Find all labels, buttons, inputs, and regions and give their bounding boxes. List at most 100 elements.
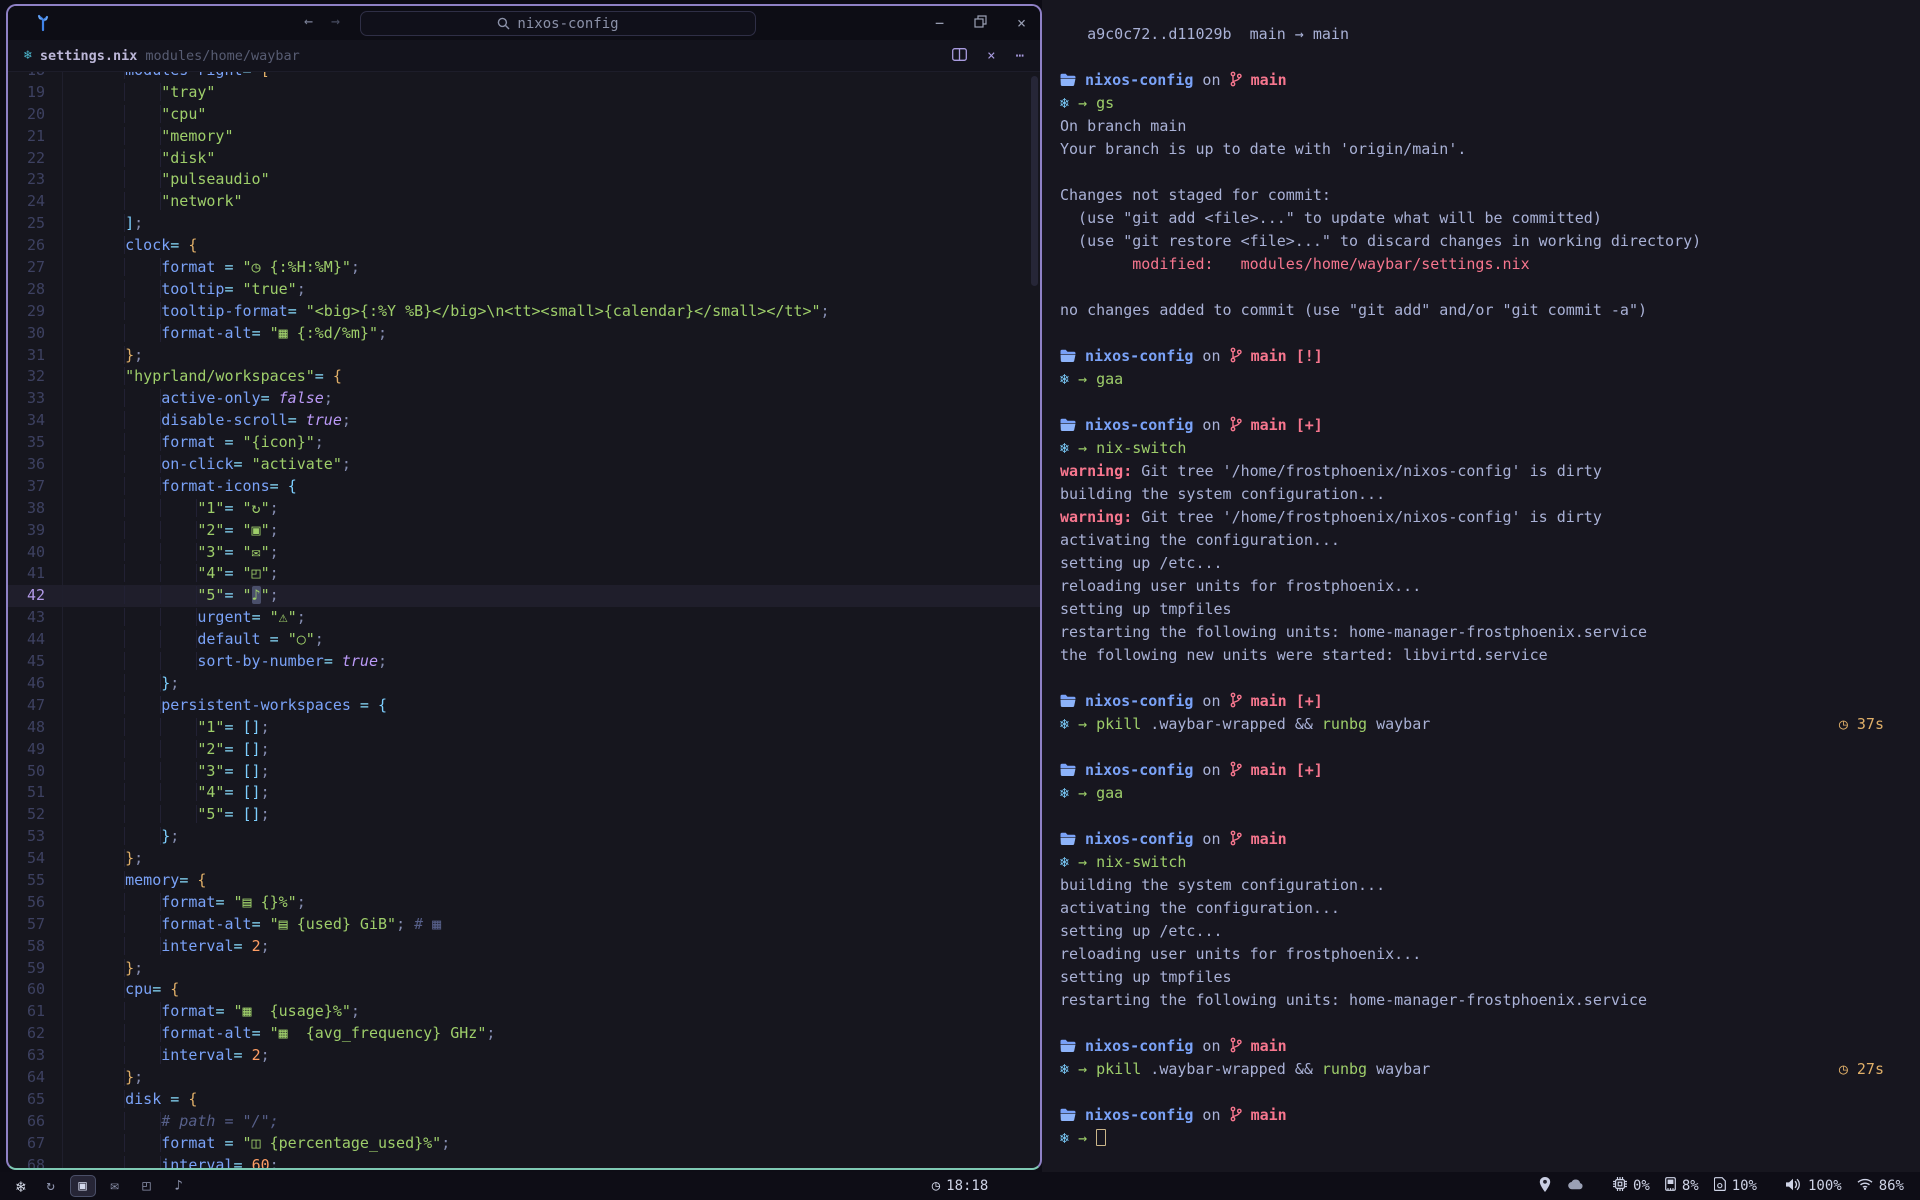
- code-line-52[interactable]: 52 "5"= [];: [8, 804, 1040, 826]
- code-line-63[interactable]: 63 interval= 2;: [8, 1045, 1040, 1067]
- code-line-28[interactable]: 28 tooltip= "true";: [8, 279, 1040, 301]
- workspace-4-files[interactable]: ◰: [134, 1175, 160, 1197]
- workspace-2-terminal[interactable]: ▣: [70, 1175, 96, 1197]
- code-line-66[interactable]: 66 # path = "/";: [8, 1111, 1040, 1133]
- code-line-51[interactable]: 51 "4"= [];: [8, 782, 1040, 804]
- line-number: 67: [8, 1133, 62, 1155]
- code-line-42[interactable]: 42 "5"= "♪";: [8, 585, 1040, 607]
- tab-file-path: modules/home/waybar: [145, 48, 299, 64]
- code-line-31[interactable]: 31 };: [8, 345, 1040, 367]
- code-line-33[interactable]: 33 active-only= false;: [8, 388, 1040, 410]
- code-line-37[interactable]: 37 format-icons= {: [8, 476, 1040, 498]
- code-line-59[interactable]: 59 };: [8, 958, 1040, 980]
- terminal-line: activating the configuration...: [1060, 529, 1894, 552]
- workspace-1-browser[interactable]: ↻: [38, 1175, 64, 1197]
- clock-module[interactable]: ◷ 18:18: [932, 1178, 989, 1194]
- code-line-25[interactable]: 25 ];: [8, 213, 1040, 235]
- more-options-button[interactable]: ⋯: [1016, 48, 1024, 64]
- disk-module[interactable]: 10%: [1714, 1177, 1757, 1195]
- code-line-62[interactable]: 62 format-alt= "▦ {avg_frequency} GHz";: [8, 1023, 1040, 1045]
- memory-module[interactable]: 8%: [1665, 1177, 1699, 1195]
- terminal-line: the following new units were started: li…: [1060, 644, 1894, 667]
- code-editor[interactable]: 18 modules-right= [19 "tray"20 "cpu"21 "…: [8, 72, 1040, 1168]
- code-line-61[interactable]: 61 format= "▦ {usage}%";: [8, 1001, 1040, 1023]
- code-line-57[interactable]: 57 format-alt= "▤ {used} GiB"; # ▦: [8, 914, 1040, 936]
- editor-title-bar[interactable]: ← → nixos-config − ×: [8, 6, 1040, 40]
- project-search-box[interactable]: nixos-config: [360, 11, 756, 36]
- volume-module[interactable]: 100%: [1786, 1178, 1842, 1195]
- file-tab-settings-nix[interactable]: ❄ settings.nix modules/home/waybar: [8, 48, 300, 64]
- code-line-24[interactable]: 24 "network": [8, 191, 1040, 213]
- terminal-line: reloading user units for frostphoenix...: [1060, 943, 1894, 966]
- workspace-5-music[interactable]: ♪: [166, 1175, 192, 1197]
- code-line-47[interactable]: 47 persistent-workspaces = {: [8, 695, 1040, 717]
- code-line-46[interactable]: 46 };: [8, 673, 1040, 695]
- pin-icon[interactable]: [1539, 1177, 1551, 1196]
- code-line-29[interactable]: 29 tooltip-format= "<big>{:%Y %B}</big>\…: [8, 301, 1040, 323]
- code-line-32[interactable]: 32 "hyprland/workspaces"= {: [8, 366, 1040, 388]
- wifi-module[interactable]: 86%: [1857, 1178, 1904, 1194]
- code-line-27[interactable]: 27 format = "◷ {:%H:%M}";: [8, 257, 1040, 279]
- line-number: 28: [8, 279, 62, 301]
- code-line-39[interactable]: 39 "2"= "▣";: [8, 520, 1040, 542]
- code-line-64[interactable]: 64 };: [8, 1067, 1040, 1089]
- cpu-module[interactable]: 0%: [1613, 1177, 1650, 1195]
- line-number: 33: [8, 388, 62, 410]
- line-number: 18: [8, 72, 62, 82]
- code-line-65[interactable]: 65 disk = {: [8, 1089, 1040, 1111]
- code-line-35[interactable]: 35 format = "{icon}";: [8, 432, 1040, 454]
- code-line-50[interactable]: 50 "3"= [];: [8, 761, 1040, 783]
- code-line-38[interactable]: 38 "1"= "↻";: [8, 498, 1040, 520]
- code-line-20[interactable]: 20 "cpu": [8, 104, 1040, 126]
- code-line-55[interactable]: 55 memory= {: [8, 870, 1040, 892]
- code-line-67[interactable]: 67 format = "◫ {percentage_used}%";: [8, 1133, 1040, 1155]
- terminal-line: reloading user units for frostphoenix...: [1060, 575, 1894, 598]
- terminal-line: (use "git add <file>..." to update what …: [1060, 207, 1894, 230]
- line-number: 64: [8, 1067, 62, 1089]
- code-line-41[interactable]: 41 "4"= "◰";: [8, 563, 1040, 585]
- code-line-56[interactable]: 56 format= "▤ {}%";: [8, 892, 1040, 914]
- maximize-button[interactable]: [974, 14, 987, 32]
- code-line-34[interactable]: 34 disable-scroll= true;: [8, 410, 1040, 432]
- nav-forward-button[interactable]: →: [331, 12, 340, 30]
- code-line-45[interactable]: 45 sort-by-number= true;: [8, 651, 1040, 673]
- code-line-18[interactable]: 18 modules-right= [: [8, 72, 1040, 82]
- code-line-26[interactable]: 26 clock= {: [8, 235, 1040, 257]
- terminal-line: [1060, 1012, 1894, 1035]
- close-button[interactable]: ×: [1017, 14, 1026, 32]
- tab-file-name: settings.nix: [40, 48, 138, 64]
- terminal-line: nixos-config on main [+]: [1060, 759, 1894, 782]
- code-line-49[interactable]: 49 "2"= [];: [8, 739, 1040, 761]
- nixos-menu-icon[interactable]: ❄: [10, 1177, 32, 1196]
- close-tab-button[interactable]: ×: [987, 48, 995, 64]
- code-line-43[interactable]: 43 urgent= "⚠";: [8, 607, 1040, 629]
- nav-back-button[interactable]: ←: [304, 12, 313, 30]
- folder-icon: [1060, 832, 1076, 846]
- code-line-48[interactable]: 48 "1"= [];: [8, 717, 1040, 739]
- split-pane-button[interactable]: [952, 48, 967, 65]
- terminal-line: restarting the following units: home-man…: [1060, 989, 1894, 1012]
- code-line-40[interactable]: 40 "3"= "✉";: [8, 542, 1040, 564]
- code-line-58[interactable]: 58 interval= 2;: [8, 936, 1040, 958]
- code-line-19[interactable]: 19 "tray": [8, 82, 1040, 104]
- code-line-36[interactable]: 36 on-click= "activate";: [8, 454, 1040, 476]
- code-line-44[interactable]: 44 default = "○";: [8, 629, 1040, 651]
- code-line-30[interactable]: 30 format-alt= "▦ {:%d/%m}";: [8, 323, 1040, 345]
- code-line-68[interactable]: 68 interval= 60;: [8, 1155, 1040, 1168]
- minimize-button[interactable]: −: [935, 14, 944, 32]
- code-line-21[interactable]: 21 "memory": [8, 126, 1040, 148]
- code-line-60[interactable]: 60 cpu= {: [8, 979, 1040, 1001]
- terminal-window[interactable]: a9c0c72..d11029b main → main nixos-confi…: [1042, 0, 1920, 1172]
- code-line-53[interactable]: 53 };: [8, 826, 1040, 848]
- code-line-23[interactable]: 23 "pulseaudio": [8, 169, 1040, 191]
- terminal-cursor: [1096, 1129, 1106, 1146]
- line-number: 36: [8, 454, 62, 476]
- cloud-icon[interactable]: [1566, 1178, 1584, 1194]
- terminal-line: ❄ → nix-switch: [1060, 851, 1894, 874]
- git-branch-icon: [1230, 71, 1242, 87]
- code-line-22[interactable]: 22 "disk": [8, 148, 1040, 170]
- workspace-3-chat[interactable]: ✉: [102, 1175, 128, 1197]
- code-line-54[interactable]: 54 };: [8, 848, 1040, 870]
- line-number: 41: [8, 563, 62, 585]
- editor-scrollbar[interactable]: [1031, 76, 1038, 286]
